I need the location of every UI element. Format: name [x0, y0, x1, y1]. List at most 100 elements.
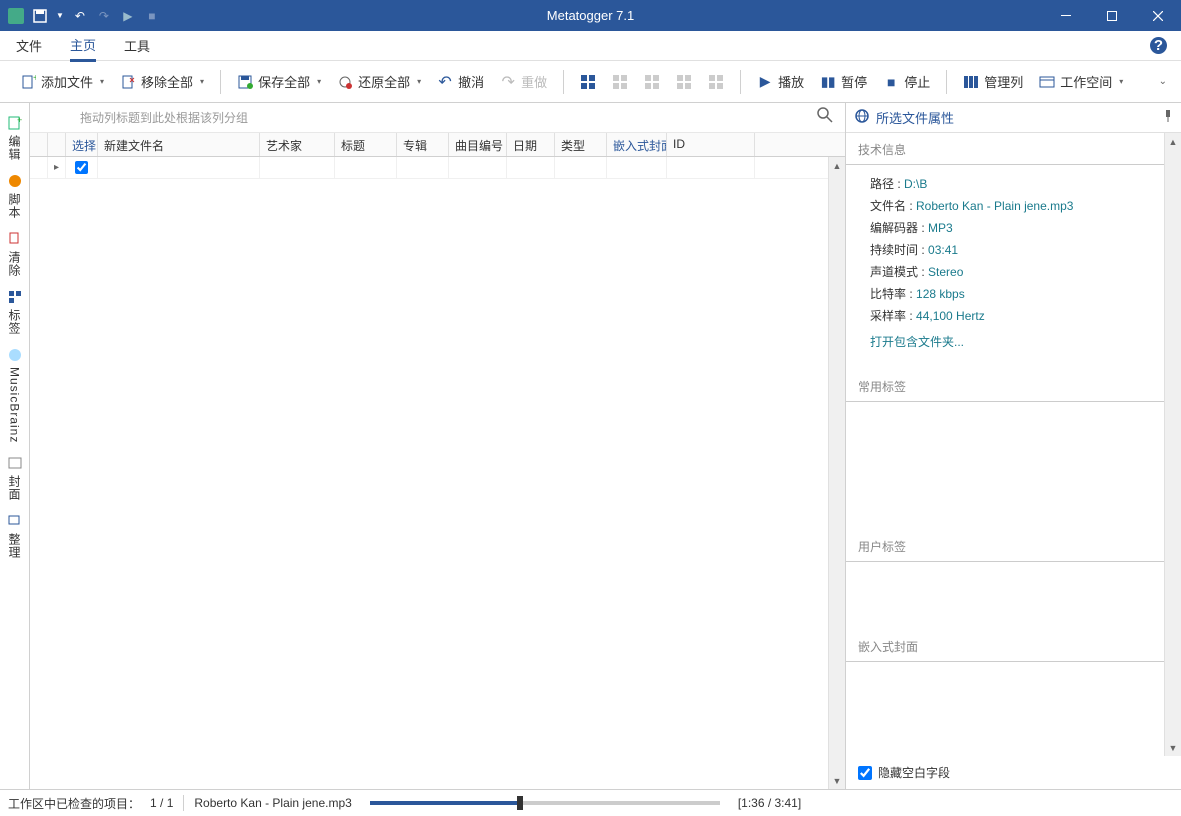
col-embedded-cover[interactable]: 嵌入式封面 — [607, 133, 667, 156]
grid-body: ▸ ▲ ▼ — [30, 157, 845, 789]
properties-header: 所选文件属性 — [846, 103, 1181, 133]
col-album[interactable]: 专辑 — [397, 133, 449, 156]
search-icon[interactable] — [817, 107, 833, 128]
manage-columns-button[interactable]: 管理列 — [957, 68, 1029, 95]
script-icon — [7, 173, 23, 189]
grid-view-2 — [606, 70, 634, 94]
qat-play-icon[interactable]: ▶ — [120, 8, 136, 24]
add-file-icon: + — [20, 74, 36, 90]
titlebar: ▼ ↶ ↷ ▶ ■ Metatogger 7.1 — [0, 0, 1181, 31]
svg-text:+: + — [33, 74, 36, 84]
clean-icon — [7, 231, 23, 247]
columns-icon — [963, 74, 979, 90]
row-indicator-icon: ▸ — [54, 162, 59, 173]
scroll-up-icon[interactable]: ▲ — [829, 157, 845, 174]
minimize-button[interactable] — [1043, 0, 1089, 31]
status-time: [1:36 / 3:41] — [738, 796, 801, 810]
undo-button[interactable]: ↶ 撤消 — [431, 68, 490, 95]
sidebar-item-musicbrainz[interactable]: MusicBrainz — [0, 341, 29, 449]
qat-stop-icon[interactable]: ■ — [144, 8, 160, 24]
col-track-no[interactable]: 曲目编号 — [449, 133, 507, 156]
app-icon — [8, 8, 24, 24]
grid-scrollbar[interactable]: ▲ ▼ — [828, 157, 845, 789]
toolbar-expand-icon[interactable]: ⌄ — [1159, 76, 1167, 87]
info-path: 路径 : D:\B — [846, 173, 1164, 195]
scroll-down-icon[interactable]: ▼ — [829, 772, 845, 789]
grid-view-5 — [702, 70, 730, 94]
status-checked-label: 工作区中已检查的项目： — [8, 795, 140, 812]
grid-view-1[interactable] — [574, 70, 602, 94]
sidebar-item-organize[interactable]: 整理 — [0, 507, 29, 565]
chevron-down-icon: ▾ — [317, 77, 321, 86]
pause-button[interactable]: ▮▮ 暂停 — [814, 68, 873, 95]
grid-area: 拖动列标题到此处根据该列分组 选择 新建文件名 艺术家 标题 专辑 曲目编号 日… — [30, 103, 846, 789]
restore-all-icon — [337, 74, 353, 90]
menu-tabs: 文件 主页 工具 ? — [0, 31, 1181, 61]
grid-view-4 — [670, 70, 698, 94]
section-user-tags: 用户标签 — [846, 530, 1164, 562]
qat-save-icon[interactable] — [32, 8, 48, 24]
qat-redo-icon: ↷ — [96, 8, 112, 24]
tab-file[interactable]: 文件 — [16, 31, 42, 60]
workspace-button[interactable]: 工作空间 ▾ — [1033, 68, 1129, 95]
qat-dropdown-icon[interactable]: ▼ — [56, 11, 64, 20]
pin-icon[interactable] — [1163, 110, 1173, 125]
info-samplerate: 采样率 : 44,100 Hertz — [846, 305, 1164, 327]
musicbrainz-icon — [7, 347, 23, 363]
col-select[interactable]: 选择 — [66, 133, 98, 156]
group-by-row[interactable]: 拖动列标题到此处根据该列分组 — [30, 103, 845, 133]
chevron-down-icon: ▾ — [1119, 77, 1123, 86]
progress-slider[interactable] — [370, 801, 720, 805]
save-all-icon — [237, 74, 253, 90]
redo-button: ↷ 重做 — [494, 68, 553, 95]
section-embedded-cover: 嵌入式封面 — [846, 630, 1164, 662]
section-tech-info: 技术信息 — [846, 133, 1164, 165]
slider-thumb[interactable] — [517, 796, 523, 810]
col-genre[interactable]: 类型 — [555, 133, 607, 156]
app-title: Metatogger 7.1 — [547, 8, 634, 23]
tab-home[interactable]: 主页 — [70, 30, 96, 62]
sidebar-item-script[interactable]: 脚本 — [0, 167, 29, 225]
grid-header: 选择 新建文件名 艺术家 标题 专辑 曲目编号 日期 类型 嵌入式封面 ID — [30, 133, 845, 157]
stop-button[interactable]: ■ 停止 — [877, 68, 936, 95]
info-channel: 声道模式 : Stereo — [846, 261, 1164, 283]
scroll-up-icon[interactable]: ▲ — [1165, 133, 1181, 150]
info-duration: 持续时间 : 03:41 — [846, 239, 1164, 261]
globe-icon — [854, 108, 870, 127]
stop-icon: ■ — [883, 74, 899, 90]
help-icon[interactable]: ? — [1150, 37, 1167, 54]
row-select-checkbox[interactable] — [75, 161, 88, 174]
hide-empty-checkbox[interactable] — [858, 766, 872, 780]
tab-tools[interactable]: 工具 — [124, 31, 150, 60]
add-file-button[interactable]: + 添加文件 ▾ — [14, 68, 110, 95]
col-new-filename[interactable]: 新建文件名 — [98, 133, 260, 156]
col-date[interactable]: 日期 — [507, 133, 555, 156]
properties-panel: 所选文件属性 技术信息 路径 : D:\B 文件名 : Roberto Kan … — [846, 103, 1181, 789]
left-sidebar: + 编辑 脚本 清除 标签 MusicBrainz 封面 整理 — [0, 103, 30, 789]
toolbar: + 添加文件 ▾ 移除全部 ▾ 保存全部 ▾ 还原全部 ▾ ↶ 撤消 ↷ 重做 … — [0, 61, 1181, 103]
chevron-down-icon: ▾ — [100, 77, 104, 86]
sidebar-item-edit[interactable]: + 编辑 — [0, 109, 29, 167]
col-artist[interactable]: 艺术家 — [260, 133, 335, 156]
table-row[interactable]: ▸ — [30, 157, 845, 179]
props-footer: 隐藏空白字段 — [846, 756, 1181, 789]
save-all-button[interactable]: 保存全部 ▾ — [231, 68, 327, 95]
info-codec: 编解码器 : MP3 — [846, 217, 1164, 239]
redo-icon: ↷ — [500, 74, 516, 90]
close-button[interactable] — [1135, 0, 1181, 31]
col-title[interactable]: 标题 — [335, 133, 397, 156]
scroll-down-icon[interactable]: ▼ — [1165, 739, 1181, 756]
props-scrollbar[interactable]: ▲ ▼ — [1164, 133, 1181, 756]
sidebar-item-cover[interactable]: 封面 — [0, 449, 29, 507]
tags-icon — [7, 289, 23, 305]
qat-undo-icon[interactable]: ↶ — [72, 8, 88, 24]
remove-all-button[interactable]: 移除全部 ▾ — [114, 68, 210, 95]
sidebar-item-clean[interactable]: 清除 — [0, 225, 29, 283]
undo-icon: ↶ — [437, 74, 453, 90]
col-id[interactable]: ID — [667, 133, 755, 156]
restore-all-button[interactable]: 还原全部 ▾ — [331, 68, 427, 95]
maximize-button[interactable] — [1089, 0, 1135, 31]
open-folder-link[interactable]: 打开包含文件夹... — [846, 327, 1164, 352]
play-button[interactable]: ▶ 播放 — [751, 68, 810, 95]
sidebar-item-tags[interactable]: 标签 — [0, 283, 29, 341]
